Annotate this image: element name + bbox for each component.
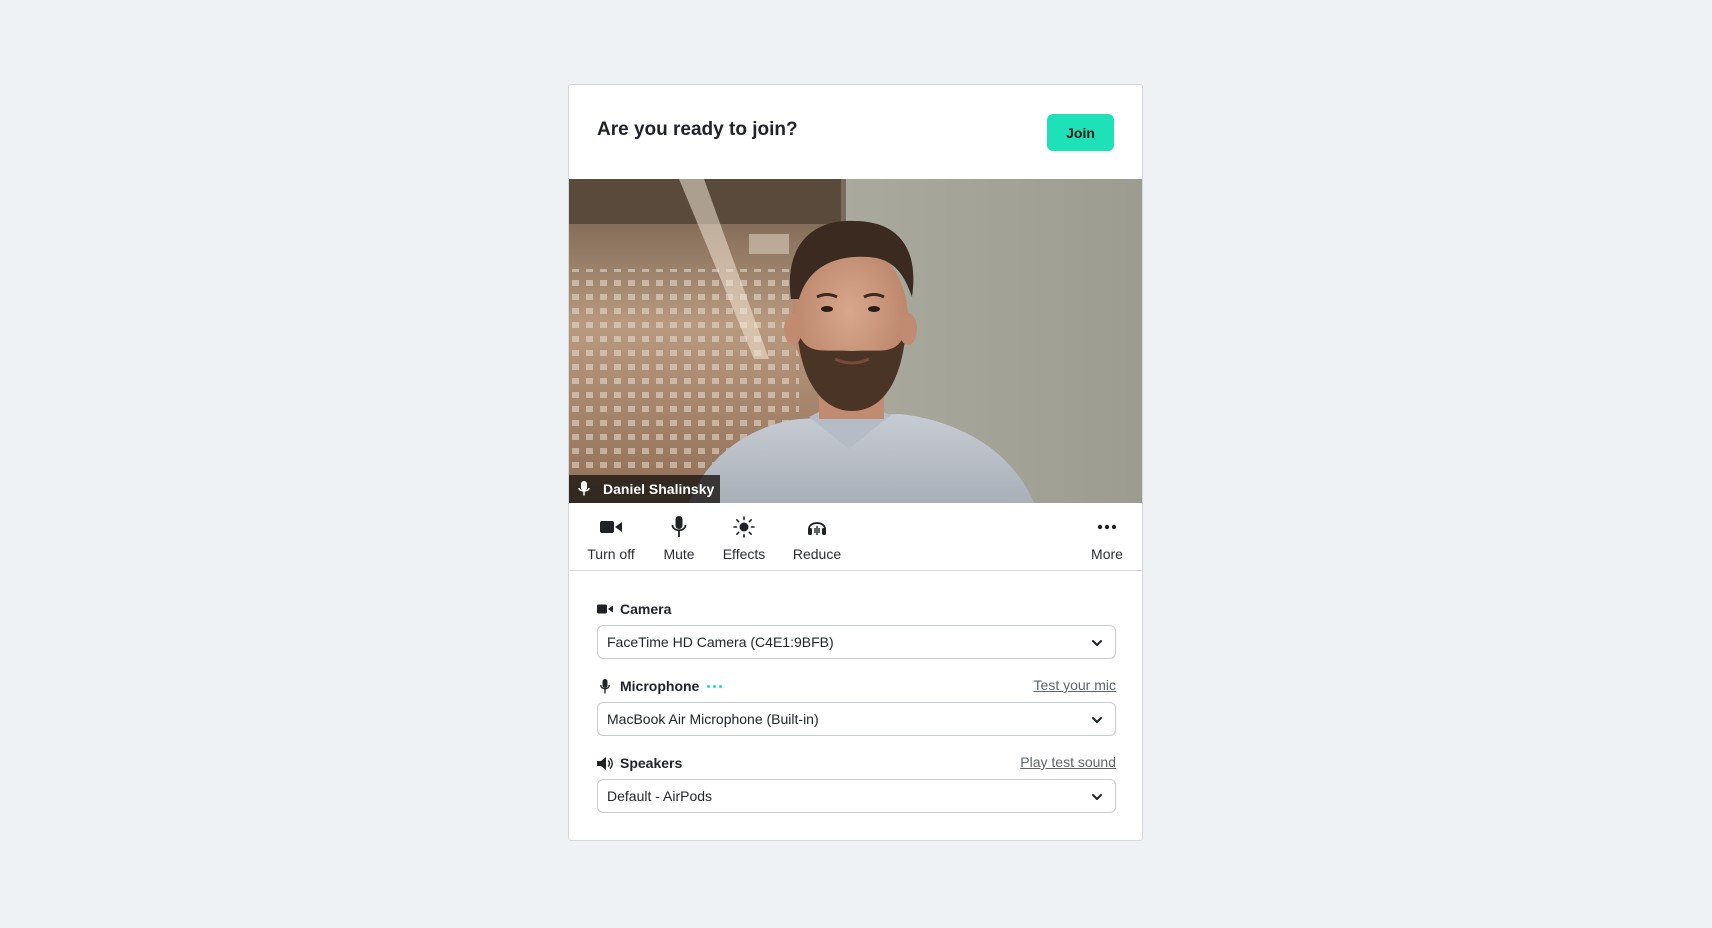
microphone-icon bbox=[577, 481, 591, 497]
prejoin-header: Are you ready to join? Join bbox=[569, 85, 1142, 179]
camera-feed-image bbox=[569, 179, 1142, 503]
camera-toggle-button[interactable]: Turn off bbox=[586, 515, 636, 562]
participant-name: Daniel Shalinsky bbox=[603, 481, 715, 497]
more-dots-icon bbox=[1097, 524, 1117, 530]
speakers-field: Speakers Play test sound Default - AirPo… bbox=[597, 752, 1116, 813]
reduce-noise-button[interactable]: Reduce bbox=[790, 515, 844, 562]
tool-label: Effects bbox=[722, 546, 766, 562]
speakers-select[interactable]: Default - AirPods bbox=[597, 779, 1116, 813]
effects-button[interactable]: Effects bbox=[719, 515, 769, 562]
tool-label: Mute bbox=[663, 546, 695, 562]
noise-reduce-icon bbox=[808, 522, 826, 535]
video-camera-icon bbox=[597, 602, 613, 616]
microphone-select-value: MacBook Air Microphone (Built-in) bbox=[607, 711, 819, 727]
mute-button[interactable]: Mute bbox=[659, 515, 699, 562]
microphone-label-text: Microphone bbox=[620, 678, 700, 694]
sparkle-icon bbox=[733, 516, 755, 538]
device-settings: Camera FaceTime HD Camera (C4E1:9BFB) Mi… bbox=[597, 571, 1116, 813]
play-test-sound-link[interactable]: Play test sound bbox=[1020, 754, 1116, 770]
tool-label: Turn off bbox=[587, 546, 635, 562]
speakers-label-text: Speakers bbox=[620, 755, 683, 771]
camera-label-row: Camera bbox=[597, 598, 1116, 620]
microphone-field: Microphone Test your mic MacBook Air Mic… bbox=[597, 675, 1116, 736]
prejoin-card: Are you ready to join? Join Daniel Shali… bbox=[568, 84, 1143, 841]
tool-label: More bbox=[1091, 546, 1123, 562]
video-camera-icon bbox=[600, 521, 622, 533]
tool-label: Reduce bbox=[792, 546, 842, 562]
participant-name-tag: Daniel Shalinsky bbox=[569, 475, 721, 503]
media-toolbar: Turn off Mute Effects Reduce More bbox=[569, 503, 1142, 571]
camera-label-text: Camera bbox=[620, 601, 672, 617]
camera-label: Camera bbox=[597, 601, 671, 617]
speaker-icon bbox=[597, 756, 613, 770]
microphone-select[interactable]: MacBook Air Microphone (Built-in) bbox=[597, 702, 1116, 736]
page-title: Are you ready to join? bbox=[597, 119, 798, 140]
chevron-down-icon bbox=[1092, 794, 1102, 800]
join-button[interactable]: Join bbox=[1047, 114, 1114, 151]
microphone-icon bbox=[671, 516, 687, 537]
microphone-label: Microphone bbox=[597, 678, 723, 694]
mic-level-indicator bbox=[707, 684, 723, 688]
test-mic-link[interactable]: Test your mic bbox=[1034, 677, 1116, 693]
chevron-down-icon bbox=[1092, 640, 1102, 646]
microphone-icon bbox=[597, 678, 613, 693]
chevron-down-icon bbox=[1092, 717, 1102, 723]
video-preview: Daniel Shalinsky bbox=[569, 179, 1142, 503]
more-button[interactable]: More bbox=[1087, 515, 1127, 562]
speakers-select-value: Default - AirPods bbox=[607, 788, 713, 804]
camera-select-value: FaceTime HD Camera (C4E1:9BFB) bbox=[607, 634, 834, 650]
microphone-label-row: Microphone Test your mic bbox=[597, 675, 1116, 697]
speakers-label-row: Speakers Play test sound bbox=[597, 752, 1116, 774]
camera-field: Camera FaceTime HD Camera (C4E1:9BFB) bbox=[597, 598, 1116, 659]
camera-select[interactable]: FaceTime HD Camera (C4E1:9BFB) bbox=[597, 625, 1116, 659]
speakers-label: Speakers bbox=[597, 755, 682, 771]
